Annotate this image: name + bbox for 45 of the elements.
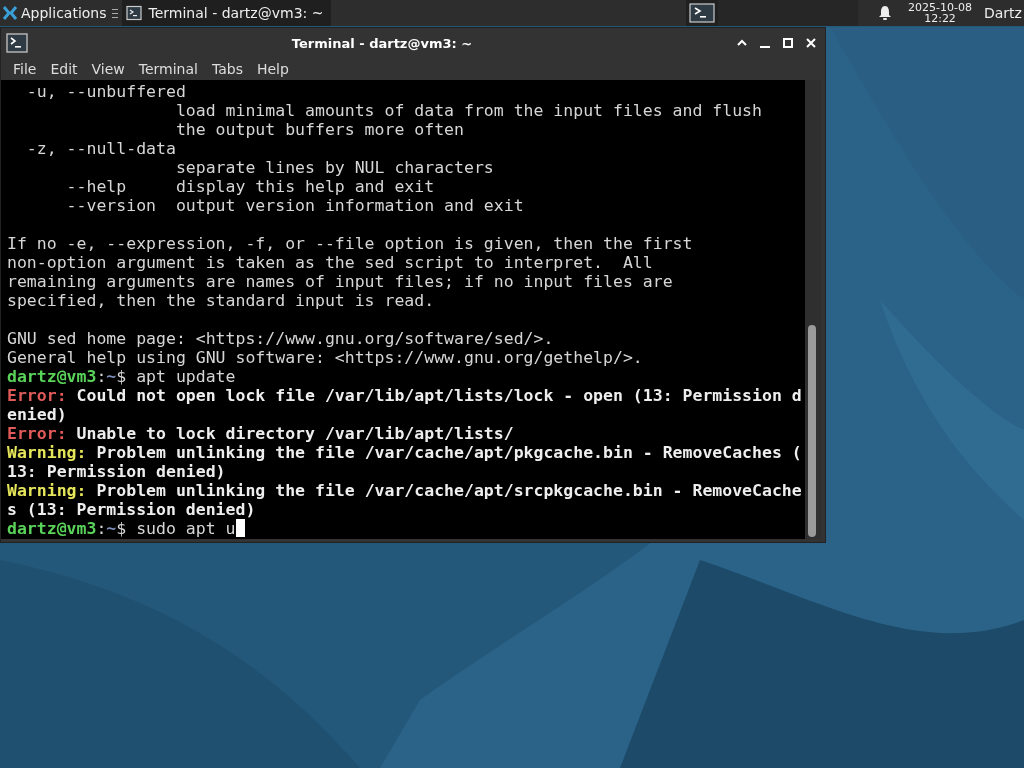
terminal-line: dartz@vm3:~$ sudo apt u	[7, 519, 805, 538]
time-text: 12:22	[924, 13, 956, 24]
terminal-line: dartz@vm3:~$ apt update	[7, 367, 237, 386]
terminal-line: -u, --unbuffered	[25, 82, 187, 101]
terminal-line: GNU sed home page: <https://www.gnu.org/software/sed/>.	[7, 329, 555, 348]
terminal-line: General help using GNU software: <https://www.gnu.org/gethelp/>.	[7, 348, 644, 367]
date-text: 2025-10-08	[908, 2, 972, 13]
taskbar-button[interactable]: Terminal - dartz@vm3: ~	[121, 0, 332, 26]
applications-menu[interactable]: Applications	[0, 0, 110, 26]
terminal-line: If no -e, --expression, -f, or --file option is given, then the first	[7, 234, 694, 253]
terminal-line: -z, --null-data	[25, 139, 177, 158]
terminal-line: Warning: Problem unlinking the file /var/cache/apt/srcpkgcache.bin - RemoveCache	[7, 481, 803, 500]
terminal-line: Warning: Problem unlinking the file /var/cache/apt/pkgcache.bin - RemoveCaches (	[7, 443, 803, 462]
terminal-line: load minimal amounts of data from the input files and flush	[174, 101, 763, 120]
terminal-line: the output buffers more often	[174, 120, 465, 139]
scrollbar-thumb[interactable]	[808, 325, 816, 537]
menu-item[interactable]: View	[84, 59, 132, 79]
terminal-launcher[interactable]	[686, 0, 719, 26]
maximize-icon[interactable]	[782, 37, 794, 49]
terminal-icon	[125, 5, 142, 21]
terminal-line: --version output version information and exit	[65, 196, 525, 215]
clock[interactable]: 2025-10-08 12:22	[908, 2, 972, 24]
terminal-line: Error: Could not open lock file /var/lib/apt/lists/lock - open (13: Permission d	[7, 386, 803, 405]
menu-item[interactable]: File	[6, 59, 44, 79]
terminal-line: separate lines by NUL characters	[174, 158, 495, 177]
terminal-line: 13: Permission denied)	[7, 462, 227, 481]
x-logo-icon	[2, 5, 18, 21]
terminal-line: enied)	[7, 405, 68, 424]
terminal-line: s (13: Permission denied)	[7, 500, 257, 519]
bell-icon[interactable]	[878, 5, 893, 21]
terminal-line: non-option argument is taken as the sed script to interpret. All	[7, 253, 654, 272]
menu-item[interactable]: Edit	[43, 59, 85, 79]
terminal-line: Error: Unable to lock directory /var/lib/apt/lists/	[7, 424, 515, 443]
terminal-line: specified, then the standard input is read.	[7, 291, 436, 310]
menu-item[interactable]: Help	[249, 59, 296, 79]
terminal-icon	[6, 33, 28, 53]
user-menu[interactable]: Dartz	[984, 5, 1024, 21]
terminal-line: remaining arguments are names of input files; if no input files are	[7, 272, 674, 291]
terminal-icon	[689, 3, 716, 23]
menu-item[interactable]: Terminal	[131, 59, 205, 79]
menu-item[interactable]: Tabs	[204, 59, 250, 79]
close-icon[interactable]	[805, 37, 817, 49]
terminal-line: --help display this help and exit	[65, 177, 436, 196]
separator-icon	[111, 7, 118, 19]
window-title: Terminal - dartz@vm3: ~	[290, 35, 474, 51]
